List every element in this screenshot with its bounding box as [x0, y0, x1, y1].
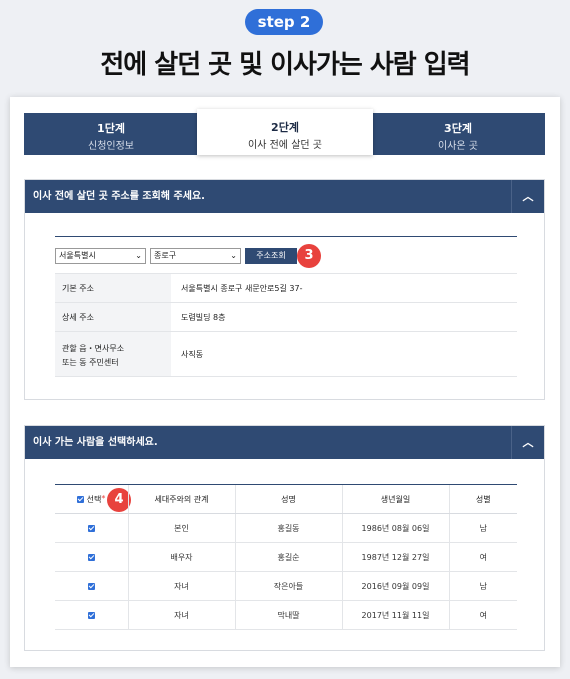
step-3-tab[interactable]: 3단계 이사온 곳: [371, 113, 545, 155]
table-header-row: 선택* 세대주와의 관계 성명 생년월일 성별: [55, 484, 517, 514]
relation-header: 세대주와의 관계: [127, 484, 235, 514]
row-checkbox[interactable]: [87, 553, 95, 561]
select-header-label: 선택: [86, 494, 102, 504]
address-search-button[interactable]: 주소조회: [245, 248, 297, 264]
row-select-cell[interactable]: [55, 600, 128, 630]
office-label: 관할 읍・면사무소 또는 동 주민센터: [55, 332, 171, 376]
chevron-up-icon[interactable]: ︿: [511, 426, 544, 459]
gender-cell: 남: [448, 571, 517, 601]
row-checkbox[interactable]: [87, 611, 95, 619]
row-select-cell[interactable]: [55, 513, 128, 543]
office-label-line1: 관할 읍・면사무소: [62, 344, 125, 353]
select-all-checkbox[interactable]: [77, 495, 85, 503]
birth-cell: 1986년 08월 06일: [341, 513, 449, 543]
gender-header: 성별: [448, 484, 517, 514]
step-badge-3: 3: [297, 244, 321, 268]
form-panel: 1단계 신청인정보 3단계 이사온 곳 2단계 이사 전에 살던 곳 이사 전에…: [10, 97, 560, 667]
step-1-tab[interactable]: 1단계 신청인정보: [24, 113, 198, 155]
info-row-basic-address: 기본 주소 서울특별시 종로구 새문안로5길 37-: [55, 274, 517, 303]
relation-cell: 자녀: [127, 571, 235, 601]
district-select-value: 종로구: [154, 251, 177, 260]
step-3-number: 3단계: [444, 122, 472, 135]
address-section-title: 이사 전에 살던 곳 주소를 조회해 주세요.: [33, 191, 205, 202]
gender-cell: 남: [448, 513, 517, 543]
step-3-desc: 이사온 곳: [438, 141, 478, 152]
relation-cell: 본인: [127, 513, 235, 543]
step-2-desc: 이사 전에 살던 곳: [248, 140, 322, 151]
chevron-down-icon: ⌄: [230, 251, 237, 260]
office-label-line2: 또는 동 주민센터: [62, 358, 119, 367]
address-info-table: 기본 주소 서울특별시 종로구 새문안로5길 37- 상세 주소 도렴빌딩 8층…: [55, 273, 517, 377]
step-indicator: 1단계 신청인정보 3단계 이사온 곳 2단계 이사 전에 살던 곳: [24, 109, 545, 155]
basic-address-value: 서울특별시 종로구 새문안로5길 37-: [181, 283, 303, 293]
name-cell: 막내딸: [234, 600, 342, 630]
people-table: 선택* 세대주와의 관계 성명 생년월일 성별 본인 홍길동 1986년 08월…: [55, 484, 517, 630]
people-section-header: 이사 가는 사람을 선택하세요. ︿: [25, 426, 544, 459]
table-row[interactable]: 배우자 홍길순 1987년 12월 27일 여: [55, 542, 517, 572]
name-cell: 홍길순: [234, 542, 342, 572]
page-title: 전에 살던 곳 및 이사가는 사람 입력: [100, 50, 470, 80]
office-value: 사직동: [181, 349, 204, 359]
gender-cell: 여: [448, 542, 517, 572]
required-mark: *: [101, 493, 106, 503]
name-header: 성명: [234, 484, 342, 514]
name-cell: 홍길동: [234, 513, 342, 543]
birth-cell: 1987년 12월 27일: [341, 542, 449, 572]
info-row-detail-address: 상세 주소 도렴빌딩 8층: [55, 303, 517, 332]
province-select-value: 서울특별시: [59, 251, 96, 260]
relation-cell: 배우자: [127, 542, 235, 572]
address-section: 이사 전에 살던 곳 주소를 조회해 주세요. ︿ 서울특별시 ⌄ 종로구 ⌄ …: [24, 179, 545, 400]
relation-cell: 자녀: [127, 600, 235, 630]
row-select-cell[interactable]: [55, 542, 128, 572]
gender-cell: 여: [448, 600, 517, 630]
step-pill: step 2: [245, 9, 323, 35]
select-all-header[interactable]: 선택*: [55, 484, 128, 514]
step-1-desc: 신청인정보: [88, 141, 134, 152]
table-row[interactable]: 자녀 막내딸 2017년 11월 11일 여: [55, 600, 517, 630]
province-select[interactable]: 서울특별시 ⌄: [55, 248, 146, 264]
chevron-down-icon: ⌄: [135, 251, 142, 260]
basic-address-label: 기본 주소: [55, 274, 171, 302]
info-row-office: 관할 읍・면사무소 또는 동 주민센터 사직동: [55, 332, 517, 377]
detail-address-label: 상세 주소: [55, 303, 171, 331]
birth-header: 생년월일: [341, 484, 449, 514]
people-section-title: 이사 가는 사람을 선택하세요.: [33, 437, 158, 448]
table-row[interactable]: 자녀 작은아들 2016년 09월 09일 남: [55, 571, 517, 601]
birth-cell: 2017년 11월 11일: [341, 600, 449, 630]
name-cell: 작은아들: [234, 571, 342, 601]
district-select[interactable]: 종로구 ⌄: [150, 248, 241, 264]
address-search-bar: 서울특별시 ⌄ 종로구 ⌄ 주소조회 3: [55, 236, 517, 268]
people-section: 이사 가는 사람을 선택하세요. ︿ 4 선택* 세대주와의 관계 성명 생년월…: [24, 425, 545, 651]
row-select-cell[interactable]: [55, 571, 128, 601]
chevron-up-icon[interactable]: ︿: [511, 180, 544, 213]
step-1-number: 1단계: [97, 122, 125, 135]
birth-cell: 2016년 09월 09일: [341, 571, 449, 601]
step-2-number: 2단계: [271, 121, 299, 134]
step-2-tab-active[interactable]: 2단계 이사 전에 살던 곳: [197, 109, 373, 155]
address-section-header: 이사 전에 살던 곳 주소를 조회해 주세요. ︿: [25, 180, 544, 213]
table-row[interactable]: 본인 홍길동 1986년 08월 06일 남: [55, 513, 517, 543]
row-checkbox[interactable]: [87, 524, 95, 532]
row-checkbox[interactable]: [87, 582, 95, 590]
detail-address-value: 도렴빌딩 8층: [181, 312, 226, 322]
